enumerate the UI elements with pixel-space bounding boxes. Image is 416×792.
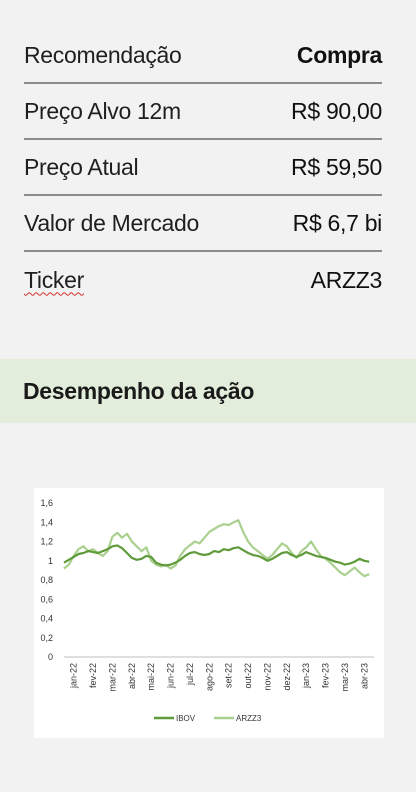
x-tick-label: jul-22	[185, 663, 195, 686]
x-tick-label: jan-23	[301, 663, 311, 689]
y-tick-label: 0,4	[40, 614, 53, 624]
info-row-ticker: Ticker ARZZ3	[24, 252, 382, 308]
target-price-value: R$ 90,00	[291, 97, 382, 124]
info-row-market-cap: Valor de Mercado R$ 6,7 bi	[24, 196, 382, 252]
current-price-value: R$ 59,50	[291, 153, 382, 180]
y-tick-label: 1,6	[40, 498, 53, 508]
x-tick-label: mar-22	[107, 663, 117, 692]
performance-section-banner: Desempenho da ação	[0, 359, 416, 423]
series-line-ibov	[63, 544, 370, 567]
x-tick-label: set-22	[224, 663, 234, 688]
y-tick-label: 0,8	[40, 575, 53, 585]
performance-chart: 0 0,2 0,4 0,6 0,8 1 1,2 1,4 1,6 jan-22 fev-22 mar-2…	[34, 488, 384, 738]
y-tick-label: 1,2	[40, 537, 53, 547]
y-tick-label: 0	[48, 652, 53, 662]
stock-info-table: Recomendação Compra Preço Alvo 12m R$ 90…	[24, 28, 382, 308]
x-tick-label: abr-22	[127, 663, 137, 689]
market-cap-value: R$ 6,7 bi	[292, 209, 383, 236]
legend-label-ibov: IBOV	[176, 714, 196, 723]
x-tick-label: abr-23	[359, 663, 369, 689]
x-tick-label: nov-22	[262, 663, 272, 691]
legend-label-arzz3: ARZZ3	[236, 714, 262, 723]
current-price-label: Preço Atual	[24, 153, 139, 180]
info-row-recommendation: Recomendação Compra	[24, 28, 382, 84]
target-price-label: Preço Alvo 12m	[24, 97, 181, 124]
y-tick-label: 1	[48, 556, 53, 566]
x-tick-label: fev-23	[321, 663, 331, 688]
x-tick-label: ago-22	[204, 663, 214, 691]
section-title: Desempenho da ação	[23, 377, 255, 404]
recommendation-label: Recomendação	[24, 41, 182, 68]
ticker-value: ARZZ3	[310, 266, 383, 293]
x-tick-label: jan-22	[69, 663, 79, 689]
y-tick-label: 1,4	[40, 517, 53, 527]
market-cap-label: Valor de Mercado	[24, 209, 200, 236]
info-row-current-price: Preço Atual R$ 59,50	[24, 140, 382, 196]
info-row-target-price: Preço Alvo 12m R$ 90,00	[24, 84, 382, 140]
y-tick-label: 0,6	[40, 594, 53, 604]
ticker-label: Ticker	[24, 266, 84, 293]
x-tick-label: out-22	[243, 663, 253, 689]
chart-canvas: 0 0,2 0,4 0,6 0,8 1 1,2 1,4 1,6 jan-22 fev-22 mar-2…	[40, 498, 374, 723]
x-tick-label: mai-22	[146, 663, 156, 691]
x-tick-label: dez-22	[282, 663, 292, 691]
x-tick-label: fev-22	[88, 663, 98, 688]
recommendation-value: Compra	[296, 41, 382, 68]
y-tick-label: 0,2	[40, 633, 53, 643]
x-tick-label: mar-23	[340, 663, 350, 692]
x-tick-label: jun-22	[166, 663, 176, 689]
